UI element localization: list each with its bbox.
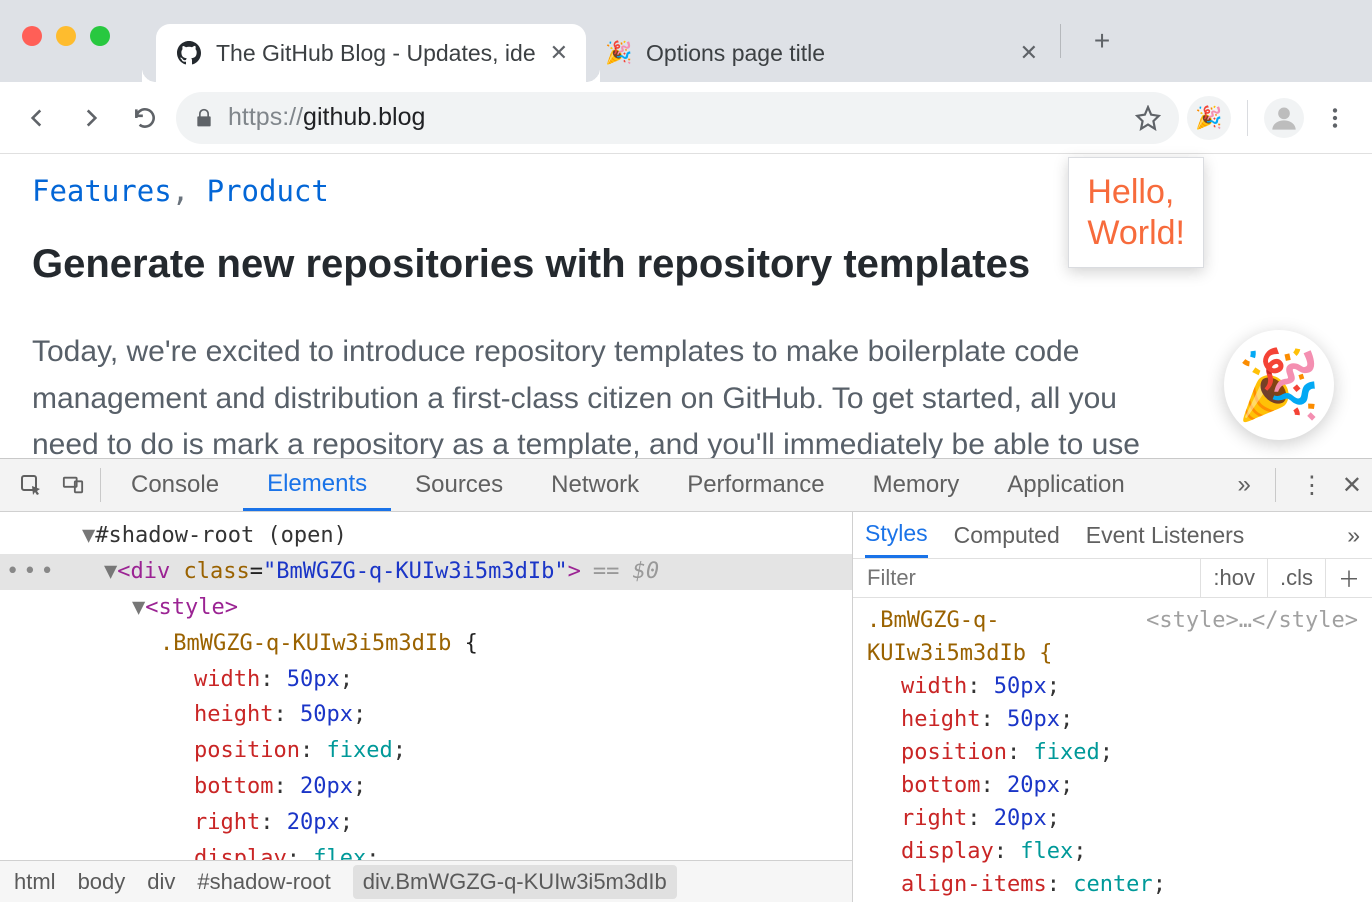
extension-popup: Hello, World! <box>1068 157 1204 268</box>
tab-close-button[interactable]: ✕ <box>550 40 568 66</box>
tab-close-button[interactable]: ✕ <box>1020 40 1038 66</box>
devtools-more-icon[interactable]: » <box>1238 471 1251 499</box>
address-bar[interactable]: https://github.blog <box>176 92 1179 144</box>
bookmark-star-icon[interactable] <box>1135 105 1161 131</box>
reload-button[interactable] <box>122 95 168 141</box>
side-tab-listeners[interactable]: Event Listeners <box>1086 522 1245 549</box>
styles-filter-input[interactable] <box>853 565 1200 591</box>
lock-icon <box>194 107 214 129</box>
devtools-close-icon[interactable]: ✕ <box>1342 471 1362 500</box>
kebab-menu-button[interactable] <box>1312 95 1358 141</box>
devtools-panel: Console Elements Sources Network Perform… <box>0 458 1372 902</box>
devtools-tab-application[interactable]: Application <box>983 459 1148 511</box>
side-tab-styles[interactable]: Styles <box>865 520 928 558</box>
cls-toggle[interactable]: .cls <box>1267 559 1325 597</box>
new-tab-button[interactable]: + <box>1083 22 1121 60</box>
url-text: https://github.blog <box>228 103 1121 132</box>
forward-button[interactable] <box>68 95 114 141</box>
side-tab-computed[interactable]: Computed <box>954 522 1060 549</box>
styles-pane: Styles Computed Event Listeners » :hov .… <box>852 512 1372 902</box>
tab-title: Options page title <box>646 40 1006 67</box>
devtools-tab-memory[interactable]: Memory <box>849 459 984 511</box>
extension-button[interactable]: 🎉 <box>1187 96 1231 140</box>
window-close-button[interactable] <box>22 26 42 46</box>
source-link[interactable]: <style>…</style> <box>1146 604 1358 637</box>
tab-title: The GitHub Blog - Updates, ide <box>216 40 536 67</box>
category-link[interactable]: Product <box>207 174 329 208</box>
styles-tabbar: Styles Computed Event Listeners » <box>853 512 1372 559</box>
party-icon: 🎉 <box>606 40 632 66</box>
dom-breadcrumb[interactable]: html body div #shadow-root div.BmWGZG-q-… <box>0 860 852 902</box>
profile-avatar[interactable] <box>1264 98 1304 138</box>
popup-line1: Hello, <box>1087 172 1185 213</box>
device-icon[interactable] <box>52 474 94 496</box>
window-maximize-button[interactable] <box>90 26 110 46</box>
styles-rules[interactable]: <style>…</style> .BmWGZG-q-KUIw3i5m3dIb … <box>853 598 1372 902</box>
window-minimize-button[interactable] <box>56 26 76 46</box>
new-rule-button[interactable]: ＋ <box>1325 559 1372 597</box>
devtools-tab-network[interactable]: Network <box>527 459 663 511</box>
browser-tabstrip: The GitHub Blog - Updates, ide ✕ 🎉 Optio… <box>0 0 1372 82</box>
popup-line2: World! <box>1087 213 1185 254</box>
gutter-dots-icon[interactable]: ••• <box>6 556 58 588</box>
browser-toolbar: https://github.blog 🎉 <box>0 82 1372 154</box>
tab-separator <box>1060 24 1061 58</box>
devtools-tab-elements[interactable]: Elements <box>243 459 391 511</box>
dom-tree[interactable]: ▼#shadow-root (open) ••• ▼<div class="Bm… <box>0 512 852 860</box>
github-icon <box>176 40 202 66</box>
devtools-tabbar: Console Elements Sources Network Perform… <box>0 459 1372 512</box>
devtools-kebab-icon[interactable]: ⋮ <box>1300 471 1324 500</box>
back-button[interactable] <box>14 95 60 141</box>
devtools-tab-performance[interactable]: Performance <box>663 459 848 511</box>
floating-badge[interactable]: 🎉 <box>1224 330 1334 440</box>
browser-tab[interactable]: 🎉 Options page title ✕ <box>586 24 1056 82</box>
side-more-icon[interactable]: » <box>1347 522 1360 549</box>
category-link[interactable]: Features <box>32 174 172 208</box>
page-body: Today, we're excited to introduce reposi… <box>32 329 1142 458</box>
devtools-tab-console[interactable]: Console <box>107 459 243 511</box>
browser-tab-active[interactable]: The GitHub Blog - Updates, ide ✕ <box>156 24 586 82</box>
hov-toggle[interactable]: :hov <box>1200 559 1267 597</box>
devtools-tab-sources[interactable]: Sources <box>391 459 527 511</box>
dom-tree-pane: ▼#shadow-root (open) ••• ▼<div class="Bm… <box>0 512 852 902</box>
styles-filter-row: :hov .cls ＋ <box>853 559 1372 598</box>
inspect-icon[interactable] <box>10 473 52 497</box>
window-controls <box>22 26 110 46</box>
toolbar-separator <box>1247 100 1248 136</box>
